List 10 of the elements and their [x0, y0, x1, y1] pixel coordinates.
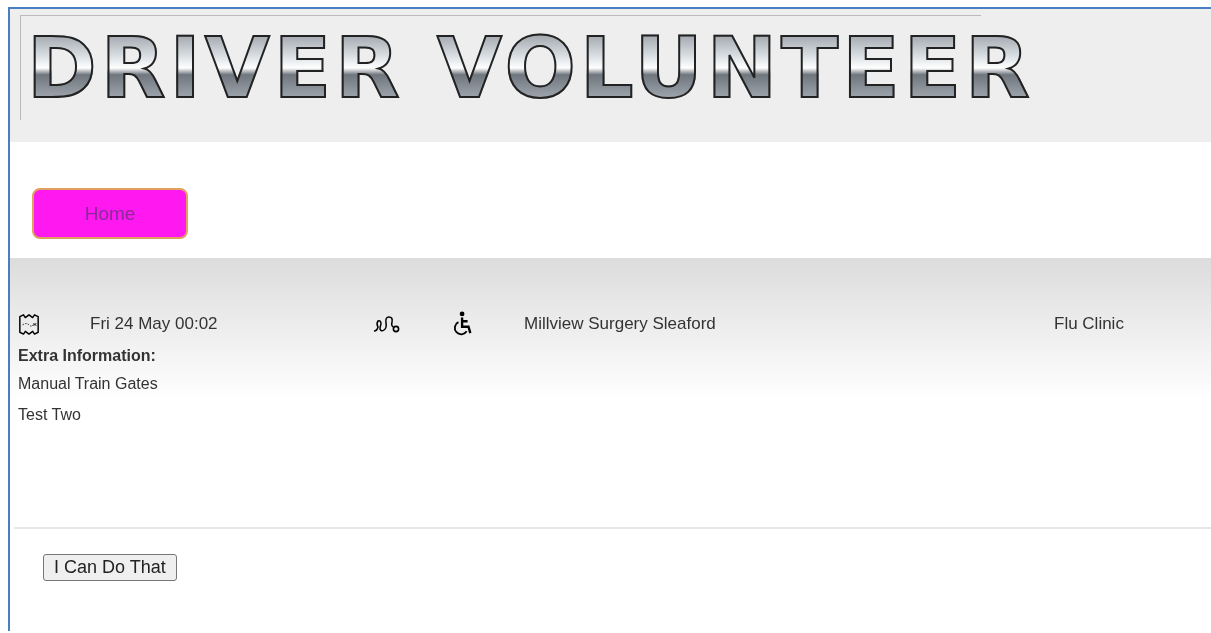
wheelchair-icon: [452, 310, 474, 338]
destination-text: Millview Surgery Sleaford: [524, 314, 717, 334]
extra-information-line: Manual Train Gates: [18, 374, 159, 394]
route-icon: [372, 314, 402, 334]
extra-information-label: Extra Information:: [18, 346, 157, 366]
map-icon[interactable]: [18, 312, 40, 336]
volunteer-button[interactable]: I Can Do That: [43, 554, 177, 581]
extra-information-line: Test Two: [18, 405, 82, 425]
job-date: Fri 24 May 00:02: [90, 314, 219, 334]
purpose-text: Flu Clinic: [1054, 314, 1124, 334]
